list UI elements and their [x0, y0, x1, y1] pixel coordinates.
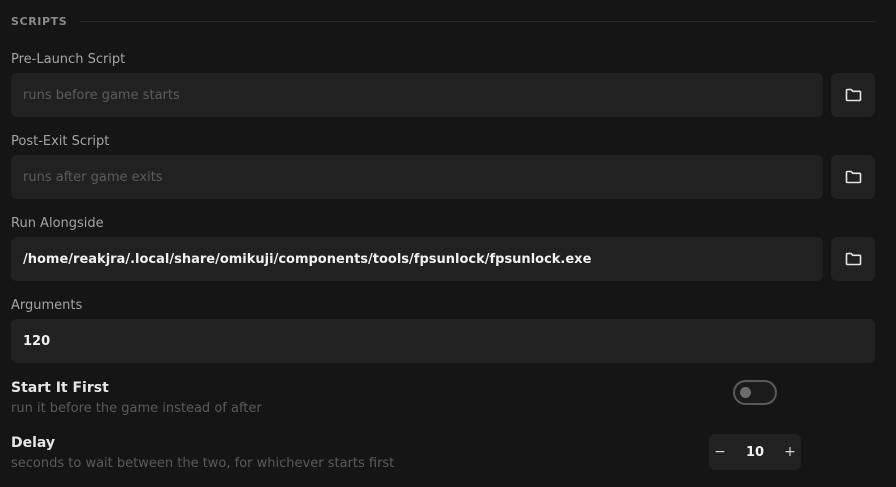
- arguments-label: Arguments: [11, 298, 83, 313]
- folder-icon: [845, 88, 861, 102]
- run-alongside-input[interactable]: [11, 237, 823, 281]
- post-exit-browse-button[interactable]: [831, 155, 875, 199]
- delay-increment-button[interactable]: +: [779, 434, 801, 470]
- toggle-knob: [740, 387, 751, 398]
- pre-launch-browse-button[interactable]: [831, 73, 875, 117]
- start-it-first-title: Start It First: [11, 380, 109, 396]
- delay-stepper: − 10 +: [709, 434, 801, 470]
- section-header: SCRIPTS: [11, 13, 876, 29]
- start-it-first-description: run it before the game instead of after: [11, 401, 262, 416]
- folder-icon: [845, 170, 861, 184]
- pre-launch-script-input[interactable]: [11, 73, 823, 117]
- delay-decrement-button[interactable]: −: [709, 434, 731, 470]
- post-exit-script-input[interactable]: [11, 155, 823, 199]
- start-it-first-toggle[interactable]: [733, 380, 777, 405]
- post-exit-label: Post-Exit Script: [11, 134, 110, 149]
- delay-value[interactable]: 10: [731, 445, 779, 460]
- section-divider: [80, 20, 876, 22]
- run-alongside-browse-button[interactable]: [831, 237, 875, 281]
- delay-description: seconds to wait between the two, for whi…: [11, 456, 395, 471]
- folder-icon: [845, 252, 861, 266]
- delay-title: Delay: [11, 435, 56, 451]
- arguments-input[interactable]: [11, 319, 875, 363]
- section-title: SCRIPTS: [11, 14, 68, 28]
- pre-launch-label: Pre-Launch Script: [11, 52, 126, 67]
- run-alongside-label: Run Alongside: [11, 216, 104, 231]
